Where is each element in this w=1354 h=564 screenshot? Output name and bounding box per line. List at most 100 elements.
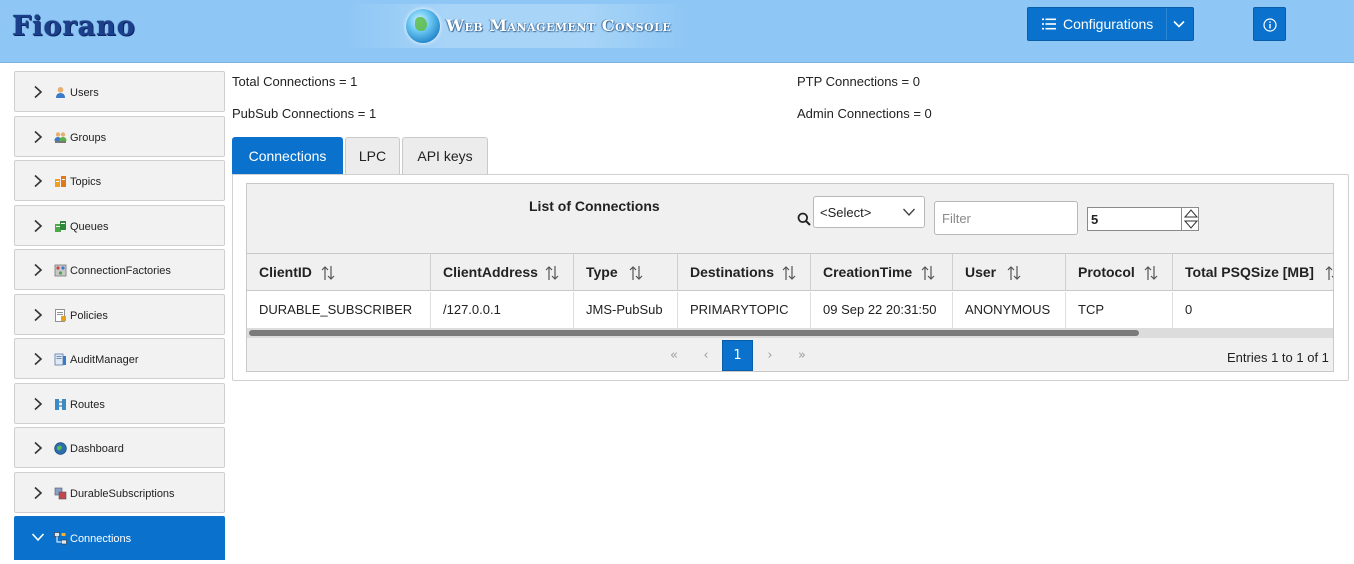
first-page-button[interactable]: « bbox=[659, 341, 689, 371]
spin-down-icon[interactable] bbox=[1182, 219, 1200, 231]
chevron-right-icon bbox=[34, 397, 43, 410]
routes-icon bbox=[55, 398, 66, 410]
filter-column-select[interactable]: <Select> bbox=[813, 196, 925, 228]
ptp-connections-stat: PTP Connections = 0 bbox=[797, 74, 920, 89]
user-icon bbox=[56, 87, 65, 98]
column-header-clientaddress[interactable]: ClientAddress bbox=[431, 254, 574, 291]
entries-summary: Entries 1 to 1 of 1 bbox=[1227, 350, 1329, 365]
sidebar-item-queues[interactable]: Queues bbox=[14, 204, 225, 246]
connections-icon bbox=[54, 532, 67, 545]
column-header-creationtime[interactable]: CreationTime bbox=[811, 254, 953, 291]
cell-protocol: TCP bbox=[1066, 292, 1173, 328]
cell-clientaddress: /127.0.0.1 bbox=[431, 292, 574, 328]
sort-icon bbox=[921, 266, 935, 280]
table-title: List of Connections bbox=[529, 198, 660, 214]
table-toolbar: List of Connections <Select> 5 bbox=[247, 184, 1333, 254]
tab-lpc[interactable]: LPC bbox=[345, 137, 400, 175]
chevron-right-icon bbox=[34, 85, 43, 99]
sidebar-item-label: Queues bbox=[70, 220, 109, 233]
list-icon bbox=[1042, 18, 1056, 30]
scrollbar-thumb[interactable] bbox=[249, 330, 1139, 336]
last-page-button[interactable]: » bbox=[787, 341, 817, 371]
paginator: « ‹ 1 › » Entries 1 to 1 of 1 bbox=[247, 338, 1333, 371]
cell-total-psqsize: 0 bbox=[1185, 302, 1193, 317]
horizontal-scrollbar[interactable] bbox=[247, 328, 1333, 338]
sidebar-item-groups[interactable]: Groups bbox=[14, 115, 225, 157]
total-connections-stat: Total Connections = 1 bbox=[232, 74, 358, 89]
queues-icon bbox=[55, 220, 66, 232]
app-header: Fiorano Web Management Console Configura… bbox=[0, 0, 1354, 63]
sidebar-item-topics[interactable]: Topics bbox=[14, 160, 225, 201]
sidebar-item-connection-factories[interactable]: ConnectionFactories bbox=[14, 249, 225, 290]
sidebar-item-routes[interactable]: Routes bbox=[14, 382, 225, 424]
dashboard-icon bbox=[54, 442, 67, 455]
sidebar-item-users[interactable]: Users bbox=[14, 71, 225, 112]
policies-icon bbox=[55, 308, 66, 322]
sort-icon bbox=[629, 266, 643, 280]
column-header-user[interactable]: User bbox=[953, 254, 1066, 291]
admin-connections-stat: Admin Connections = 0 bbox=[797, 106, 932, 121]
sidebar-item-policies[interactable]: Policies bbox=[14, 293, 225, 335]
sidebar-item-connections[interactable]: Connections bbox=[14, 516, 225, 560]
chevron-down-icon bbox=[902, 208, 916, 217]
connections-table: List of Connections <Select> 5 ClientID … bbox=[246, 183, 1334, 372]
column-header-type[interactable]: Type bbox=[574, 254, 678, 291]
sidebar-item-label: Topics bbox=[70, 176, 102, 188]
sidebar-item-label: Policies bbox=[70, 309, 108, 322]
chevron-down-icon bbox=[31, 533, 45, 542]
search-icon bbox=[797, 212, 811, 226]
chevron-right-icon bbox=[34, 219, 43, 232]
console-title-banner: Web Management Console bbox=[346, 4, 686, 48]
configurations-label: Configurations bbox=[1063, 16, 1154, 32]
next-page-button[interactable]: › bbox=[755, 341, 785, 371]
sort-icon bbox=[1325, 266, 1333, 280]
chevron-right-icon bbox=[34, 130, 43, 143]
filter-input[interactable] bbox=[934, 201, 1078, 235]
topics-icon bbox=[55, 176, 66, 187]
sort-icon bbox=[321, 266, 335, 280]
chevron-right-icon bbox=[34, 263, 43, 277]
column-header-total-psqsize[interactable]: Total PSQSize [MB] bbox=[1173, 254, 1333, 291]
sidebar-item-durable-subscriptions[interactable]: DurableSubscriptions bbox=[14, 471, 225, 513]
sidebar-item-audit-manager[interactable]: AuditManager bbox=[14, 338, 225, 379]
console-title: Web Management Console bbox=[446, 16, 672, 35]
column-header-destinations[interactable]: Destinations bbox=[678, 254, 811, 291]
cell-user: ANONYMOUS bbox=[953, 292, 1066, 328]
sort-icon bbox=[1007, 266, 1021, 280]
durable-subscriptions-icon bbox=[54, 487, 67, 499]
filter-column-value: <Select> bbox=[820, 205, 872, 220]
spin-up-icon[interactable] bbox=[1182, 207, 1200, 219]
rows-per-page-stepper[interactable]: 5 bbox=[1087, 207, 1199, 231]
sidebar-item-dashboard[interactable]: Dashboard bbox=[14, 427, 225, 468]
sidebar-item-label: Routes bbox=[70, 398, 105, 411]
sidebar-item-label: DurableSubscriptions bbox=[70, 487, 175, 500]
cell-destinations: PRIMARYTOPIC bbox=[678, 292, 811, 328]
sidebar-item-label: Dashboard bbox=[70, 443, 124, 455]
sort-icon bbox=[1144, 266, 1158, 280]
cell-clientid: DURABLE_SUBSCRIBER bbox=[247, 292, 431, 328]
sidebar-item-label: Connections bbox=[70, 533, 132, 545]
chevron-right-icon bbox=[34, 352, 43, 366]
chevron-right-icon bbox=[34, 308, 43, 321]
chevron-right-icon bbox=[34, 486, 43, 499]
chevron-right-icon bbox=[34, 441, 43, 455]
prev-page-button[interactable]: ‹ bbox=[691, 341, 721, 371]
cell-creationtime: 09 Sep 22 20:31:50 bbox=[811, 292, 953, 328]
table-row[interactable]: DURABLE_SUBSCRIBER /127.0.0.1 JMS-PubSub… bbox=[247, 292, 1333, 328]
column-header-clientid[interactable]: ClientID bbox=[247, 254, 431, 291]
sidebar-item-label: Users bbox=[70, 87, 99, 99]
column-header-protocol[interactable]: Protocol bbox=[1066, 254, 1173, 291]
sidebar-item-label: AuditManager bbox=[70, 354, 139, 366]
chevron-down-icon[interactable] bbox=[1172, 17, 1186, 31]
tab-api-keys[interactable]: API keys bbox=[402, 137, 488, 175]
globe-icon bbox=[406, 9, 440, 43]
info-button[interactable] bbox=[1253, 7, 1286, 41]
chevron-right-icon bbox=[34, 174, 43, 188]
cell-type: JMS-PubSub bbox=[574, 292, 678, 328]
configurations-button[interactable]: Configurations bbox=[1027, 7, 1194, 41]
tab-connections[interactable]: Connections bbox=[232, 137, 343, 175]
pubsub-connections-stat: PubSub Connections = 1 bbox=[232, 106, 377, 121]
fiorano-logo[interactable]: Fiorano bbox=[12, 11, 136, 42]
table-header: ClientID ClientAddress Type Destinations… bbox=[247, 254, 1333, 291]
page-1-button[interactable]: 1 bbox=[722, 340, 753, 371]
